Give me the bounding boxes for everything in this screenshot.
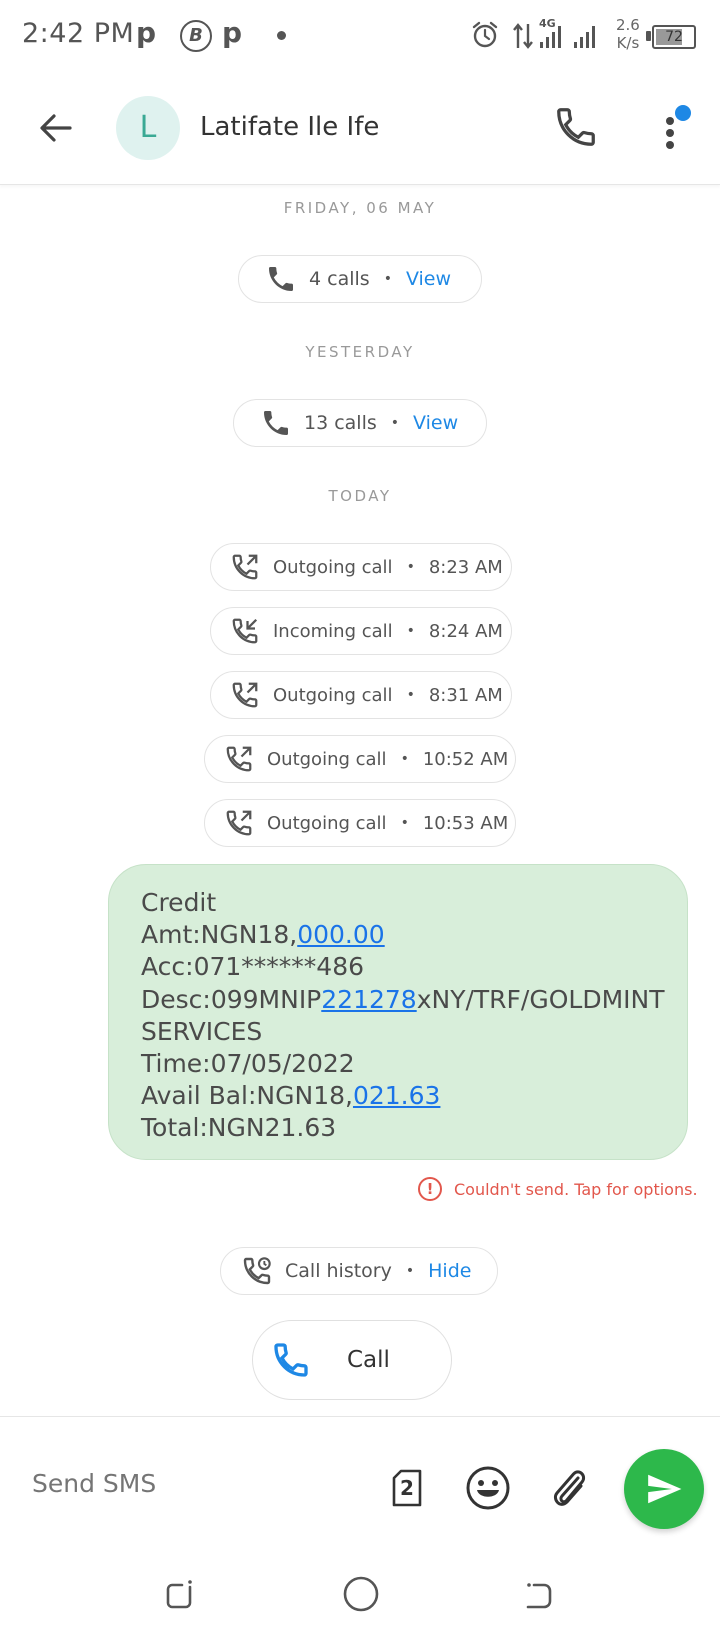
message-link[interactable]: 000.00	[297, 920, 384, 949]
call-log-item[interactable]: Incoming call • 8:24 AM	[210, 607, 512, 655]
battery-level: 72	[665, 29, 683, 45]
message-line: Avail Bal:NGN18,021.63	[141, 1080, 655, 1112]
message-bubble[interactable]: Credit Amt:NGN18,000.00 Acc:071******486…	[108, 864, 688, 1160]
message-line: Amt:NGN18,000.00	[141, 919, 655, 951]
calls-summary-yesterday[interactable]: 13 calls • View	[233, 399, 487, 447]
back-icon[interactable]	[520, 1577, 556, 1613]
message-line: Desc:099MNIP221278xNY/TRF/GOLDMINT	[141, 984, 664, 1016]
call-button-label: Call	[347, 1347, 390, 1373]
back-arrow-icon[interactable]	[36, 108, 76, 148]
message-link[interactable]: 021.63	[353, 1081, 440, 1110]
outgoing-call-icon	[219, 803, 259, 843]
phone-icon	[261, 259, 301, 299]
message-text: Amt:NGN18,	[141, 920, 298, 950]
calls-count: 13 calls	[304, 412, 377, 434]
phone-icon	[271, 1340, 311, 1380]
message-line: Credit	[141, 888, 217, 917]
status-time: 2:42 PM	[22, 18, 135, 49]
call-history-icon	[237, 1251, 277, 1291]
separator-dot: •	[390, 415, 400, 431]
contact-name[interactable]: Latifate Ile Ife	[200, 112, 379, 142]
notification-badge	[675, 105, 691, 121]
data-transfer-icon	[513, 23, 533, 49]
battery-icon: 72	[652, 25, 696, 49]
call-history-toggle[interactable]: Call history • Hide	[220, 1247, 498, 1295]
calls-count: 4 calls	[309, 268, 370, 290]
view-calls-link[interactable]: View	[413, 412, 458, 434]
call-log-item[interactable]: Outgoing call • 10:53 AM	[204, 799, 516, 847]
speed-unit: K/s	[616, 34, 640, 52]
error-icon: !	[418, 1177, 442, 1201]
recent-apps-icon[interactable]	[162, 1577, 198, 1613]
sim-number: 2	[400, 1476, 414, 1500]
message-text: xNY/TRF/GOLDMINT	[416, 984, 665, 1014]
send-button[interactable]	[624, 1449, 704, 1529]
view-calls-link[interactable]: View	[406, 268, 451, 290]
separator-dot: •	[400, 815, 409, 831]
separator-dot: •	[406, 623, 415, 639]
date-separator-today: TODAY	[328, 487, 392, 505]
call-type: Outgoing call	[273, 556, 393, 578]
separator-dot: •	[405, 1263, 415, 1279]
notification-p-icon: p	[136, 16, 157, 49]
send-icon	[648, 1474, 682, 1504]
speed-value: 2.6	[616, 16, 640, 34]
send-error-text: Couldn't send. Tap for options.	[454, 1179, 698, 1199]
call-time: 8:23 AM	[428, 556, 503, 578]
sim-selector[interactable]: 2	[391, 1469, 423, 1507]
call-time: 8:24 AM	[428, 620, 503, 642]
status-bar: 2:42 PM p B p 4G 2.6 K/s 72	[0, 0, 720, 72]
call-time: 8:31 AM	[428, 684, 503, 706]
hide-link[interactable]: Hide	[428, 1260, 471, 1282]
home-icon[interactable]	[342, 1575, 380, 1613]
alarm-icon	[472, 21, 498, 48]
outgoing-call-icon	[219, 739, 259, 779]
separator-dot: •	[400, 751, 409, 767]
signal-icon	[540, 26, 595, 48]
message-link[interactable]: 221278	[321, 985, 416, 1014]
message-line: SERVICES	[141, 1016, 263, 1046]
network-speed: 2.6 K/s	[616, 16, 640, 52]
send-error[interactable]: ! Couldn't send. Tap for options.	[418, 1177, 698, 1201]
attachment-icon[interactable]	[548, 1464, 590, 1512]
separator-dot: •	[406, 687, 415, 703]
incoming-call-icon	[225, 611, 265, 651]
call-time: 10:53 AM	[422, 812, 509, 834]
outgoing-call-icon	[225, 547, 265, 587]
call-history-label: Call history	[285, 1260, 392, 1282]
calls-summary-friday[interactable]: 4 calls • View	[238, 255, 482, 303]
message-line: Time:07/05/2022	[141, 1049, 355, 1079]
separator-dot: •	[383, 271, 392, 287]
notification-b-icon: B	[180, 20, 212, 52]
call-type: Outgoing call	[267, 748, 387, 770]
outgoing-call-icon	[225, 675, 265, 715]
separator-dot: •	[406, 559, 415, 575]
call-type: Incoming call	[273, 620, 393, 642]
emoji-icon[interactable]	[464, 1464, 512, 1512]
message-line: Acc:071******486	[141, 952, 365, 982]
call-time: 10:52 AM	[422, 748, 509, 770]
date-separator-yesterday: YESTERDAY	[305, 343, 415, 361]
more-notifications-dot	[277, 31, 286, 40]
sms-input[interactable]	[30, 1468, 354, 1499]
message-text: Desc:099MNIP	[141, 984, 322, 1014]
notification-p2-icon: p	[222, 16, 243, 49]
battery-nub	[646, 31, 651, 41]
call-type: Outgoing call	[267, 812, 387, 834]
call-log-item[interactable]: Outgoing call • 8:23 AM	[210, 543, 512, 591]
call-log-item[interactable]: Outgoing call • 10:52 AM	[204, 735, 516, 783]
call-log-item[interactable]: Outgoing call • 8:31 AM	[210, 671, 512, 719]
call-type: Outgoing call	[273, 684, 393, 706]
message-line: Total:NGN21.63	[141, 1113, 337, 1143]
phone-icon	[256, 403, 296, 443]
call-button[interactable]: Call	[252, 1320, 452, 1400]
phone-call-icon[interactable]	[553, 104, 599, 150]
date-separator-friday: FRIDAY, 06 MAY	[283, 199, 437, 217]
message-text: Avail Bal:NGN18,	[141, 1081, 353, 1111]
avatar[interactable]: L	[116, 96, 180, 160]
